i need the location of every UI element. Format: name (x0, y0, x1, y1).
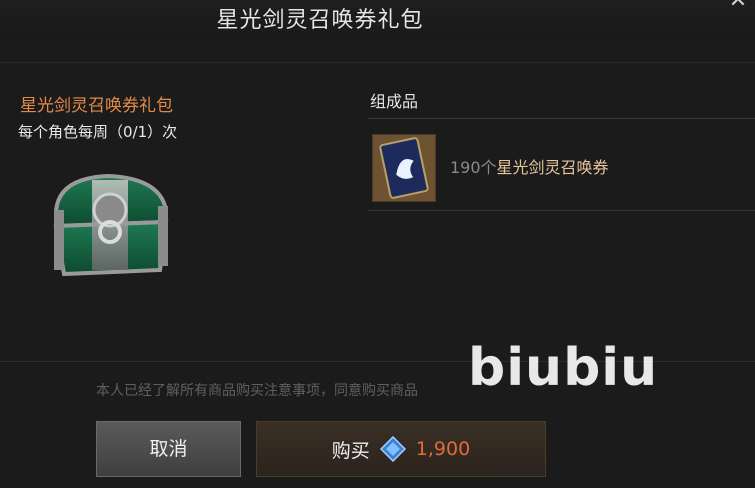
close-icon[interactable]: ✕ (727, 0, 749, 12)
list-item: 190个星光剑灵召唤券 (368, 126, 755, 211)
watermark: biubiu (468, 338, 659, 398)
item-quantity: 190个 (450, 158, 497, 177)
cancel-button[interactable]: 取消 (96, 421, 241, 477)
buy-button[interactable]: 购买 1,900 (256, 421, 546, 477)
summon-ticket-icon (372, 134, 436, 202)
contents-title: 组成品 (370, 92, 419, 111)
price-value: 1,900 (415, 438, 471, 460)
item-name: 星光剑灵召唤券 (496, 158, 609, 177)
dialog-title: 星光剑灵召唤券礼包 (216, 8, 424, 33)
purchase-consent-text: 本人已经了解所有商品购买注意事项，同意购买商品 (96, 383, 418, 399)
item-label: 190个星光剑灵召唤券 (450, 154, 609, 178)
treasure-chest-icon (53, 173, 169, 277)
item-divider (368, 210, 755, 211)
buy-label: 购买 (331, 439, 370, 462)
package-name: 星光剑灵召唤券礼包 (20, 96, 173, 116)
purchase-limit: 每个角色每周（0/1）次 (18, 123, 178, 141)
header-divider (0, 62, 755, 63)
contents-divider (368, 118, 755, 119)
dialog-header: 星光剑灵召唤券礼包 ✕ (0, 0, 755, 40)
blue-gem-icon (379, 436, 406, 462)
